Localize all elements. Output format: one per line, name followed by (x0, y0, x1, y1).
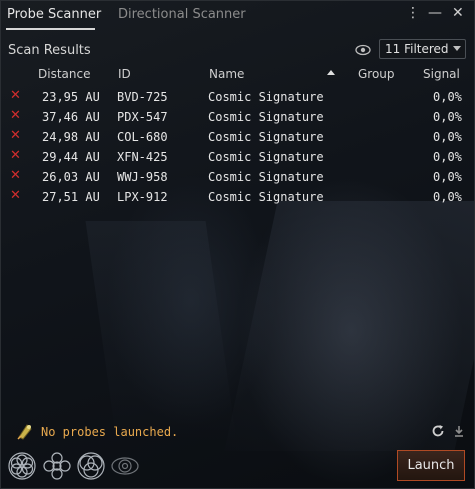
table-row[interactable]: ✕ 26,03 AU WWJ-958 Cosmic Signature 0,0% (1, 167, 474, 187)
cell-signal: 0,0% (433, 90, 462, 104)
launch-button[interactable]: Launch (397, 450, 465, 481)
cell-distance: 29,44 AU (42, 150, 100, 164)
column-header-name[interactable]: Name (209, 67, 244, 81)
background-structure (85, 221, 237, 441)
filter-dropdown[interactable]: 11 Filtered (379, 39, 466, 59)
probe-icon (17, 424, 32, 440)
tab-probe-scanner[interactable]: Probe Scanner (7, 7, 101, 22)
refresh-icon[interactable] (431, 424, 445, 438)
download-icon[interactable] (453, 424, 465, 438)
chevron-down-icon (453, 46, 461, 51)
cell-id: XFN-425 (117, 150, 168, 164)
window-menu-icon[interactable]: ⋮ (406, 6, 420, 20)
cell-id: WWJ-958 (117, 170, 168, 184)
scan-results-title: Scan Results (8, 43, 91, 58)
cell-signal: 0,0% (433, 110, 462, 124)
background-structure (224, 201, 474, 451)
column-header-signal[interactable]: Signal (423, 67, 460, 81)
cell-name: Cosmic Signature (208, 190, 324, 204)
cell-id: PDX-547 (117, 110, 168, 124)
tab-bar: Probe Scanner Directional Scanner ⋮ — ✕ (1, 1, 474, 31)
scan-results-table: ✕ 23,95 AU BVD-725 Cosmic Signature 0,0%… (1, 87, 474, 207)
ignore-result-icon[interactable]: ✕ (10, 188, 21, 203)
ignore-result-icon[interactable]: ✕ (10, 148, 21, 163)
tab-directional-scanner[interactable]: Directional Scanner (118, 7, 246, 22)
sort-ascending-icon (327, 70, 335, 75)
cell-signal: 0,0% (433, 130, 462, 144)
formation-custom-icon[interactable] (110, 451, 140, 481)
formation-spread-icon[interactable] (7, 451, 37, 481)
cell-signal: 0,0% (433, 170, 462, 184)
cell-name: Cosmic Signature (208, 130, 324, 144)
table-row[interactable]: ✕ 37,46 AU PDX-547 Cosmic Signature 0,0% (1, 107, 474, 127)
probe-status-text: No probes launched. (41, 425, 179, 439)
table-row[interactable]: ✕ 24,98 AU COL-680 Cosmic Signature 0,0% (1, 127, 474, 147)
cell-distance: 27,51 AU (42, 190, 100, 204)
cell-id: LPX-912 (117, 190, 168, 204)
cell-distance: 26,03 AU (42, 170, 100, 184)
column-header-id[interactable]: ID (118, 67, 131, 81)
minimize-icon[interactable]: — (428, 6, 442, 20)
cell-distance: 24,98 AU (42, 130, 100, 144)
cell-signal: 0,0% (433, 150, 462, 164)
table-row[interactable]: ✕ 29,44 AU XFN-425 Cosmic Signature 0,0% (1, 147, 474, 167)
close-icon[interactable]: ✕ (452, 6, 464, 20)
table-row[interactable]: ✕ 23,95 AU BVD-725 Cosmic Signature 0,0% (1, 87, 474, 107)
ignore-result-icon[interactable]: ✕ (10, 88, 21, 103)
table-row[interactable]: ✕ 27,51 AU LPX-912 Cosmic Signature 0,0% (1, 187, 474, 207)
active-tab-indicator (6, 28, 95, 30)
cell-signal: 0,0% (433, 190, 462, 204)
cell-name: Cosmic Signature (208, 90, 324, 104)
cell-name: Cosmic Signature (208, 170, 324, 184)
ignore-result-icon[interactable]: ✕ (10, 168, 21, 183)
cell-distance: 23,95 AU (42, 90, 100, 104)
formation-overlap-icon[interactable] (76, 451, 106, 481)
cell-name: Cosmic Signature (208, 150, 324, 164)
column-header-distance[interactable]: Distance (38, 67, 90, 81)
cell-name: Cosmic Signature (208, 110, 324, 124)
cell-id: COL-680 (117, 130, 168, 144)
formation-pinpoint-icon[interactable] (42, 451, 72, 481)
probe-scanner-window: Probe Scanner Directional Scanner ⋮ — ✕ … (0, 0, 475, 489)
cell-distance: 37,46 AU (42, 110, 100, 124)
filter-selected-value: 11 Filtered (385, 42, 449, 56)
ignore-result-icon[interactable]: ✕ (10, 108, 21, 123)
eye-icon[interactable] (355, 44, 371, 56)
column-header-group[interactable]: Group (358, 67, 395, 81)
cell-id: BVD-725 (117, 90, 168, 104)
ignore-result-icon[interactable]: ✕ (10, 128, 21, 143)
